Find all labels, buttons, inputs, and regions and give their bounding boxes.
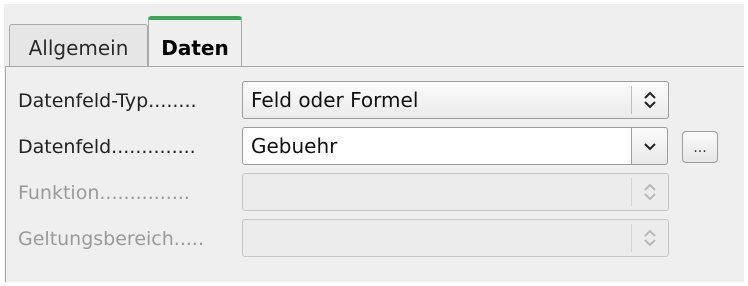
funktion-label: Funktion............... [18,182,190,204]
datenfeld-typ-value: Feld oder Formel [251,88,419,112]
funktion-spinbox[interactable] [242,173,669,211]
datenfeld-combobox[interactable]: Gebuehr [242,127,632,165]
datenfeld-typ-label: Datenfeld-Typ........ [18,90,197,112]
up-down-arrows-icon[interactable] [632,220,668,256]
datenfeld-label: Datenfeld.............. [18,136,196,158]
row-funktion: Funktion............... [6,173,744,213]
geltungsbereich-spinbox[interactable] [242,219,669,257]
tab-allgemein[interactable]: Allgemein [9,24,148,70]
datenfeld-dropdown-button[interactable] [632,127,668,165]
row-datenfeld: Datenfeld.............. Gebuehr ... [6,127,744,167]
browse-button[interactable]: ... [682,131,718,163]
row-datenfeld-typ: Datenfeld-Typ........ Feld oder Formel [6,81,744,121]
datenfeld-value: Gebuehr [251,134,338,158]
tab-daten[interactable]: Daten [148,16,242,72]
datenfeld-typ-spinbox[interactable]: Feld oder Formel [242,81,669,119]
data-panel: Datenfeld-Typ........ Feld oder Formel D… [5,66,744,282]
chevron-down-icon [643,137,657,156]
up-down-arrows-icon[interactable] [632,174,668,210]
geltungsbereich-label: Geltungsbereich..... [18,228,204,250]
up-down-arrows-icon[interactable] [632,82,668,118]
row-geltungsbereich: Geltungsbereich..... [6,219,744,259]
